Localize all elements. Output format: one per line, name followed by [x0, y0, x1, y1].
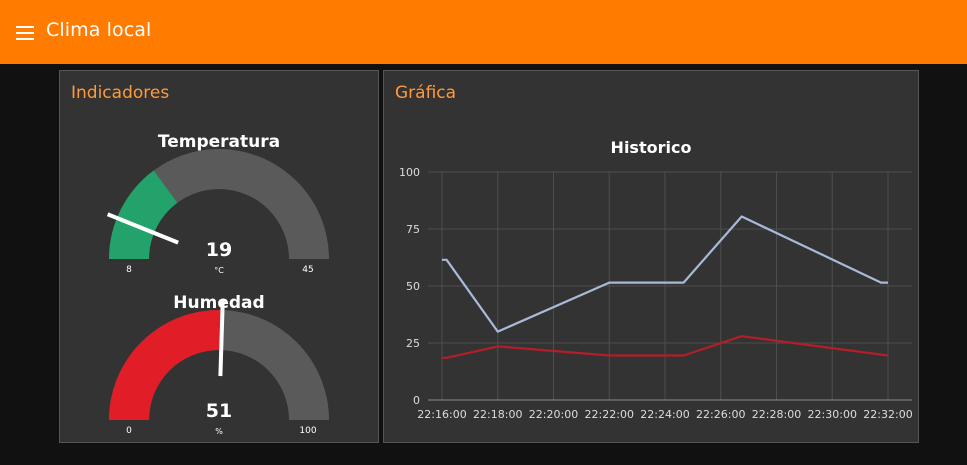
humedad-gauge-min: 0 [126, 426, 132, 436]
chart-x-axis: 22:16:00 22:18:00 22:20:00 22:22:00 22:24:00… [417, 408, 912, 421]
temperatura-gauge: Temperatura 19 °C 8 45 [106, 132, 329, 275]
temperatura-gauge-min: 8 [126, 265, 132, 275]
temperatura-gauge-title: Temperatura [158, 132, 280, 152]
indicadores-title: Indicadores [71, 83, 170, 103]
x-tick-label: 22:28:00 [752, 408, 801, 421]
hamburger-menu-icon[interactable] [10, 20, 40, 46]
x-tick-label: 22:20:00 [529, 408, 578, 421]
humedad-gauge-needle [218, 299, 225, 377]
y-tick-label: 75 [406, 223, 420, 236]
chart-grid [428, 171, 912, 401]
y-tick-label: 25 [406, 337, 420, 350]
app-toolbar: Clima local [0, 0, 967, 64]
historico-line-chart: Historico 0255075100 22:16:00 22:18:00 22:… [399, 138, 913, 421]
temperatura-gauge-max: 45 [302, 265, 313, 275]
indicadores-card: Indicadores Temperatura 19 °C 8 45 Humed… [59, 70, 379, 443]
x-tick-label: 22:30:00 [808, 408, 857, 421]
x-tick-label: 22:18:00 [473, 408, 522, 421]
chart-title: Historico [611, 138, 692, 157]
x-tick-label: 22:26:00 [696, 408, 745, 421]
humedad-gauge: Humedad 51 % 0 100 [109, 293, 329, 436]
chart-y-axis: 0 25 50 75 100 [399, 166, 420, 407]
x-tick-label: 22:16:00 [417, 408, 466, 421]
x-tick-label: 22:22:00 [585, 408, 634, 421]
humedad-gauge-unit: % [215, 427, 223, 436]
temperatura-gauge-unit: °C [214, 266, 224, 275]
humedad-gauge-value: 51 [206, 400, 232, 422]
temperatura-gauge-value: 19 [206, 239, 232, 261]
app-title: Clima local [46, 19, 152, 41]
y-tick-label: 0 [413, 394, 420, 407]
x-tick-label: 22:32:00 [863, 408, 912, 421]
x-tick-label: 22:24:00 [640, 408, 689, 421]
y-tick-label: 100 [399, 166, 420, 179]
grafica-card: Gráfica Historico 0 25 50 75 100 22:16:00 22:… [383, 70, 919, 443]
grafica-title: Gráfica [395, 83, 457, 103]
y-tick-label: 50 [406, 280, 420, 293]
humedad-gauge-max: 100 [299, 426, 316, 436]
